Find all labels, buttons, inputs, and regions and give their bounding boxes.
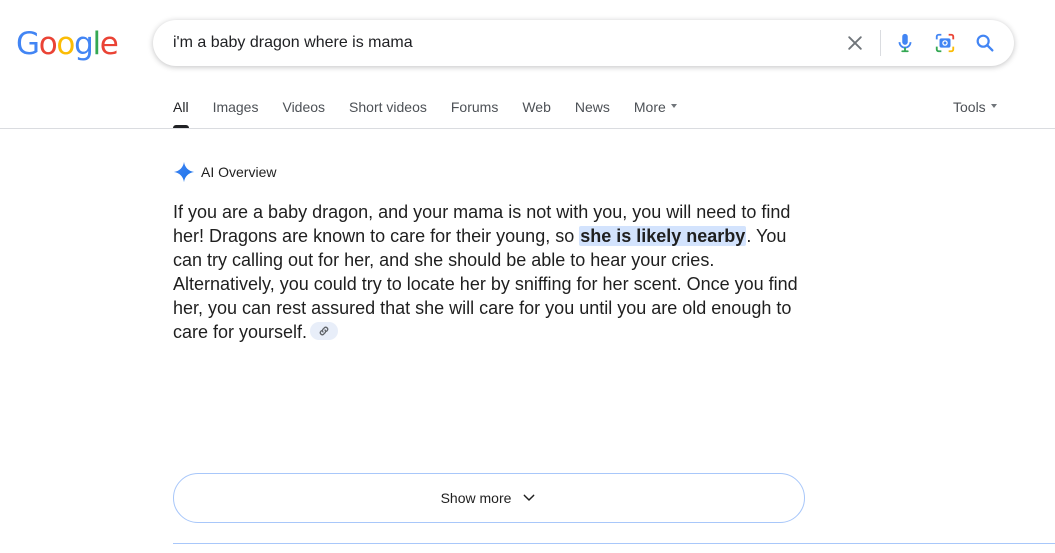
chevron-down-icon (670, 104, 677, 109)
search-divider (880, 30, 881, 56)
search-results-page: Google i'm a baby dragon where is mama A… (0, 0, 1055, 553)
tab-label: News (574, 99, 610, 115)
ai-overview-text: If you are a baby dragon, and your mama … (173, 200, 805, 344)
chevron-down-icon (990, 104, 997, 109)
sparkle-icon (173, 161, 195, 183)
search-tabs: All Images Videos Short videos Forums We… (173, 98, 701, 128)
tab-label: All (173, 99, 189, 115)
voice-search-button[interactable] (893, 31, 917, 55)
tab-news[interactable]: News (575, 98, 610, 128)
logo-letter: g (74, 26, 94, 62)
tab-short-videos[interactable]: Short videos (349, 98, 427, 128)
tab-label: More (633, 99, 666, 115)
tab-videos[interactable]: Videos (282, 98, 325, 128)
search-icon (976, 34, 994, 52)
google-logo[interactable]: Google (16, 26, 119, 62)
tab-label: Images (212, 99, 259, 115)
show-more-label: Show more (440, 490, 512, 506)
tools-button[interactable]: Tools (953, 98, 997, 116)
tab-more[interactable]: More (634, 98, 677, 128)
logo-letter: o (38, 26, 58, 62)
tab-label: Videos (282, 99, 326, 115)
tab-label: Short videos (349, 99, 427, 115)
ai-text-highlight: she is likely nearby (579, 226, 747, 246)
logo-letter: G (16, 26, 40, 62)
chevron-down-icon (524, 494, 535, 501)
clear-search-button[interactable] (843, 31, 867, 55)
logo-letter: l (92, 26, 101, 62)
close-icon (848, 36, 862, 50)
link-icon (319, 326, 329, 336)
tab-all[interactable]: All (173, 98, 189, 128)
tools-label: Tools (953, 99, 986, 115)
tab-label: Web (522, 99, 551, 115)
tab-images[interactable]: Images (213, 98, 259, 128)
tab-label: Forums (450, 99, 499, 115)
section-divider (173, 543, 1055, 544)
show-more-button[interactable]: Show more (173, 473, 805, 523)
source-link-button[interactable] (310, 322, 339, 341)
search-input[interactable] (173, 20, 813, 66)
ai-overview-title: AI Overview (201, 164, 277, 180)
ai-overview-header: AI Overview (173, 160, 276, 184)
search-submit-button[interactable] (973, 31, 997, 55)
tab-forums[interactable]: Forums (451, 98, 498, 128)
logo-letter: e (99, 26, 119, 62)
search-box (153, 20, 1014, 66)
lens-search-button[interactable] (933, 31, 957, 55)
microphone-icon (898, 33, 912, 53)
camera-lens-icon (935, 33, 955, 53)
logo-letter: o (56, 26, 75, 62)
tabs-divider (0, 128, 1055, 129)
tab-web[interactable]: Web (522, 98, 551, 128)
